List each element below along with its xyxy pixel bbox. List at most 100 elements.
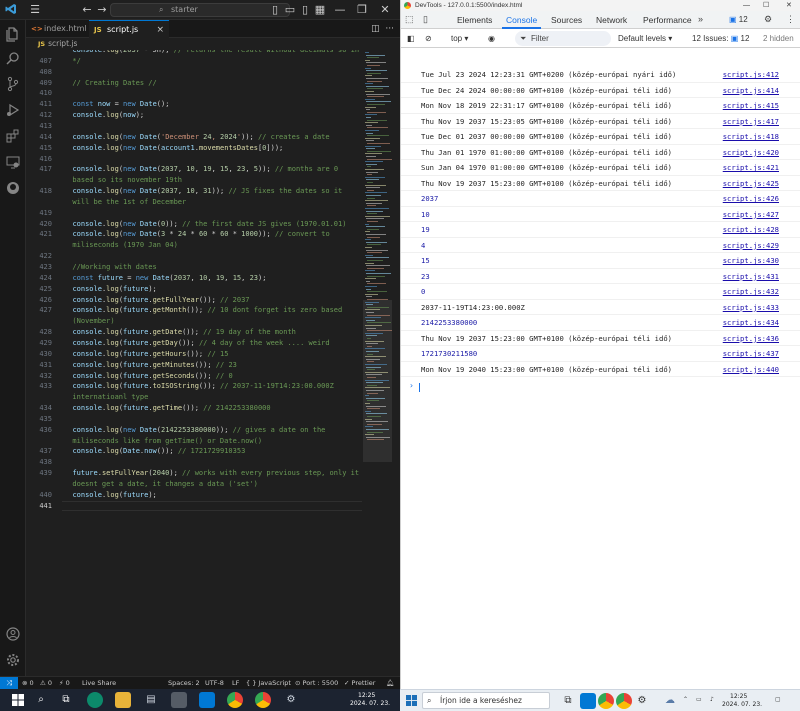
- source-link[interactable]: script.js:434: [723, 315, 779, 330]
- source-link[interactable]: script.js:415: [723, 98, 779, 113]
- problems-errors[interactable]: ⊗ 0: [22, 677, 34, 689]
- tab-console[interactable]: Console: [501, 11, 542, 29]
- explorer-icon[interactable]: [5, 26, 21, 42]
- source-link[interactable]: script.js:433: [723, 300, 779, 315]
- taskbar-search-input[interactable]: ⌕ Írjon ide a kereséshez: [422, 692, 550, 709]
- more-options-icon[interactable]: ⋮: [786, 14, 795, 25]
- clock-date[interactable]: 2024. 07. 23.: [722, 701, 762, 709]
- vscode-taskbar-icon[interactable]: [580, 693, 596, 709]
- vscode-taskbar-icon[interactable]: [199, 692, 215, 708]
- source-link[interactable]: script.js:432: [723, 284, 779, 299]
- source-link[interactable]: script.js:420: [723, 145, 779, 160]
- sidebar-toggle-icon[interactable]: ◧: [407, 29, 415, 48]
- source-link[interactable]: script.js:425: [723, 176, 779, 191]
- run-debug-icon[interactable]: [5, 102, 21, 118]
- tab-network[interactable]: Network: [596, 11, 627, 29]
- mail-icon[interactable]: [171, 692, 187, 708]
- edge-browser-icon[interactable]: [87, 692, 103, 708]
- language-mode[interactable]: { } JavaScript: [246, 677, 291, 689]
- source-link[interactable]: script.js:427: [723, 207, 779, 222]
- github-icon[interactable]: [5, 180, 21, 196]
- context-selector[interactable]: top ▾: [451, 29, 468, 48]
- clock-time[interactable]: 12:25: [358, 692, 375, 700]
- source-link[interactable]: script.js:418: [723, 129, 779, 144]
- live-server-port[interactable]: ⊙ Port : 5500: [295, 677, 338, 689]
- command-center-search[interactable]: ⌕ starter: [110, 3, 290, 17]
- code-editor[interactable]: console.log(2037 - 5n); // returns the r…: [26, 50, 363, 676]
- source-control-icon[interactable]: [5, 76, 21, 92]
- tab-performance[interactable]: Performance: [643, 11, 692, 29]
- issues-button[interactable]: 12 Issues: ▣ 12: [692, 29, 749, 48]
- task-view-icon[interactable]: ⧉: [58, 692, 74, 708]
- source-link[interactable]: script.js:436: [723, 331, 779, 346]
- tab-index-html[interactable]: <> index.html: [26, 20, 88, 38]
- windows-start-icon[interactable]: [403, 693, 419, 709]
- encoding-status[interactable]: UTF-8: [205, 677, 224, 689]
- source-link[interactable]: script.js:429: [723, 238, 779, 253]
- clock-time[interactable]: 12:25: [730, 693, 747, 701]
- source-link[interactable]: script.js:417: [723, 114, 779, 129]
- source-link[interactable]: script.js:412: [723, 67, 779, 82]
- windows-start-icon[interactable]: [10, 692, 26, 708]
- accounts-icon[interactable]: [5, 626, 21, 642]
- store-icon[interactable]: ▤: [143, 692, 159, 708]
- back-arrow-icon[interactable]: ←: [80, 3, 94, 17]
- console-input-caret[interactable]: [419, 383, 420, 392]
- source-link[interactable]: script.js:428: [723, 222, 779, 237]
- problems-warnings[interactable]: ⚠ 0: [40, 677, 52, 689]
- extensions-icon[interactable]: [5, 128, 21, 144]
- inspect-element-icon[interactable]: ⬚: [405, 14, 414, 25]
- menu-icon[interactable]: ☰: [28, 3, 42, 17]
- remote-explorer-icon[interactable]: [5, 154, 21, 170]
- close-icon[interactable]: ✕: [378, 3, 392, 17]
- more-tabs-chevron-icon[interactable]: »: [698, 14, 703, 24]
- toggle-sidebar-icon[interactable]: ▯: [268, 3, 282, 17]
- notifications-bell-icon[interactable]: 🔔︎: [386, 677, 394, 689]
- minimap[interactable]: [363, 50, 400, 676]
- tab-elements[interactable]: Elements: [457, 11, 492, 29]
- live-expression-eye-icon[interactable]: ◉: [488, 29, 495, 48]
- source-link[interactable]: script.js:431: [723, 269, 779, 284]
- chrome-taskbar-icon[interactable]: [227, 692, 243, 708]
- maximize-icon[interactable]: ☐: [763, 0, 769, 11]
- file-explorer-icon[interactable]: [115, 692, 131, 708]
- clock-date[interactable]: 2024. 07. 23.: [350, 700, 390, 708]
- chrome-canary-taskbar-icon[interactable]: [616, 693, 632, 709]
- settings-gear-icon[interactable]: [5, 652, 21, 668]
- weather-cloud-icon[interactable]: ☁: [662, 693, 678, 709]
- toggle-panel-icon[interactable]: ▭: [283, 3, 297, 17]
- settings-gear-icon[interactable]: ⚙: [283, 692, 299, 708]
- source-link[interactable]: script.js:440: [723, 362, 779, 377]
- search-icon[interactable]: ⌕: [33, 692, 49, 708]
- source-link[interactable]: script.js:414: [723, 83, 779, 98]
- split-editor-icon[interactable]: ◫: [371, 24, 380, 34]
- breadcrumb-file[interactable]: script.js: [48, 39, 77, 48]
- chrome-taskbar-icon[interactable]: [598, 693, 614, 709]
- layout-icon[interactable]: ▦: [313, 3, 327, 17]
- source-link[interactable]: script.js:426: [723, 191, 779, 206]
- source-link[interactable]: script.js:421: [723, 160, 779, 175]
- minimize-icon[interactable]: —: [333, 3, 347, 17]
- more-actions-icon[interactable]: ···: [385, 24, 394, 34]
- device-toolbar-icon[interactable]: ▯: [423, 14, 428, 25]
- indentation-status[interactable]: Spaces: 2: [168, 677, 200, 689]
- network-icon[interactable]: ▭: [696, 696, 702, 704]
- close-tab-icon[interactable]: ×: [156, 21, 164, 39]
- clear-console-icon[interactable]: ⊘: [425, 29, 432, 48]
- prettier-status[interactable]: ✓ Prettier: [344, 677, 375, 689]
- chrome-canary-taskbar-icon[interactable]: [255, 692, 271, 708]
- tray-chevron-icon[interactable]: ⌃: [683, 696, 688, 704]
- ports-indicator[interactable]: ⚡ 0: [59, 677, 70, 689]
- restore-icon[interactable]: ❐: [355, 3, 369, 17]
- filter-input[interactable]: ⏷ Filter: [515, 31, 611, 46]
- close-icon[interactable]: ✕: [786, 0, 792, 11]
- forward-arrow-icon[interactable]: →: [95, 3, 109, 17]
- tab-sources[interactable]: Sources: [551, 11, 582, 29]
- tab-script-js[interactable]: JS script.js ×: [89, 20, 169, 38]
- search-icon[interactable]: [5, 50, 21, 66]
- log-levels-dropdown[interactable]: Default levels ▾: [618, 29, 672, 48]
- source-link[interactable]: script.js:430: [723, 253, 779, 268]
- settings-gear-icon[interactable]: ⚙: [764, 14, 772, 25]
- issues-badge[interactable]: ▣ 12: [729, 15, 748, 24]
- remote-indicator-icon[interactable]: ⤨: [0, 677, 18, 689]
